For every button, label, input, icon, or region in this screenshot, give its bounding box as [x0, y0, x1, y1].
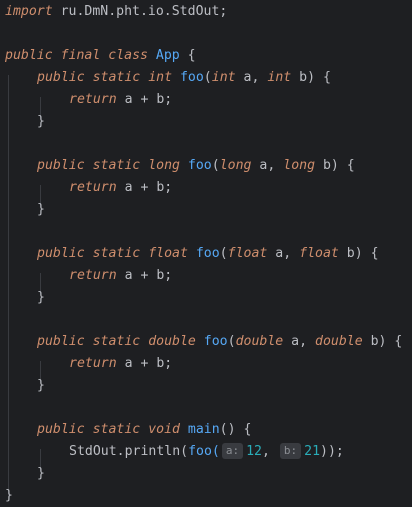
return-expr: a + b; — [124, 92, 173, 107]
keyword-static: static — [92, 158, 141, 173]
keyword-final: final — [60, 48, 101, 63]
keyword-public: public — [37, 422, 85, 437]
param-a: a — [291, 334, 300, 349]
code-line-return[interactable]: return a + b; — [69, 89, 172, 111]
keyword-public: public — [37, 70, 85, 85]
param-hint-a: a: — [221, 443, 244, 459]
param-a: a — [275, 246, 284, 261]
code-line-close-brace[interactable]: } — [37, 111, 45, 133]
type-double: double — [148, 334, 196, 349]
param-a: a — [259, 158, 268, 173]
param-hint-b: b: — [279, 443, 302, 459]
keyword-public: public — [37, 334, 85, 349]
code-line-foo-float[interactable]: public static float foo(float a, float b… — [37, 243, 379, 265]
return-expr: a + b; — [124, 180, 173, 195]
param-type: int — [267, 70, 292, 85]
arg-literal-21: 21 — [304, 444, 321, 459]
code-line-println[interactable]: StdOut.println(foo(a: 12, b: 21)); — [69, 441, 344, 463]
param-type: float — [227, 246, 268, 261]
main-method-name: main — [187, 422, 220, 437]
keyword-return: return — [69, 356, 117, 371]
method-name: foo — [195, 246, 220, 261]
code-line-import[interactable]: import ru.DmN.pht.io.StdOut; — [5, 1, 227, 23]
code-editor[interactable]: import ru.DmN.pht.io.StdOut; public fina… — [0, 0, 412, 504]
param-type: float — [299, 246, 339, 261]
class-name: App — [155, 48, 180, 63]
code-line-return[interactable]: return a + b; — [69, 177, 172, 199]
code-line-close-brace[interactable]: } — [37, 287, 45, 309]
code-line-close-brace[interactable]: } — [37, 375, 45, 397]
param-type: double — [315, 334, 363, 349]
code-line-main[interactable]: public static void main() { — [37, 419, 251, 441]
keyword-static: static — [92, 70, 141, 85]
method-name: foo — [203, 334, 228, 349]
keyword-class: class — [108, 48, 148, 63]
param-type: long — [219, 158, 252, 173]
code-line-return[interactable]: return a + b; — [69, 265, 172, 287]
param-type: long — [283, 158, 316, 173]
code-line-class-decl[interactable]: public final class App { — [5, 45, 196, 67]
return-expr: a + b; — [124, 268, 173, 283]
import-path: ru.DmN.pht.io.StdOut; — [60, 4, 228, 19]
method-name: foo — [187, 158, 212, 173]
code-line-return[interactable]: return a + b; — [69, 353, 172, 375]
param-b: b — [299, 70, 308, 85]
keyword-return: return — [69, 268, 117, 283]
param-a: a — [243, 70, 252, 85]
keyword-return: return — [69, 92, 117, 107]
keyword-import: import — [5, 4, 53, 19]
param-type: int — [211, 70, 236, 85]
code-line-foo-int[interactable]: public static int foo(int a, int b) { — [37, 67, 331, 89]
keyword-static: static — [92, 422, 141, 437]
type-int: int — [148, 70, 173, 85]
code-line-close-brace[interactable]: } — [37, 199, 45, 221]
code-line-foo-double[interactable]: public static double foo(double a, doubl… — [37, 331, 402, 353]
stdout-call: StdOut.println( — [69, 444, 189, 459]
method-name: foo — [179, 70, 204, 85]
arg-literal-12: 12 — [246, 444, 262, 459]
type-long: long — [148, 158, 180, 173]
param-b: b — [370, 334, 379, 349]
foo-call: foo( — [188, 444, 220, 459]
param-type: double — [235, 334, 284, 349]
keyword-static: static — [92, 246, 141, 261]
keyword-public: public — [37, 158, 85, 173]
param-b: b — [322, 158, 331, 173]
return-expr: a + b; — [124, 356, 173, 371]
keyword-public: public — [5, 48, 53, 63]
call-close: )); — [320, 444, 344, 459]
keyword-public: public — [37, 246, 85, 261]
type-float: float — [148, 246, 188, 261]
type-void: void — [148, 422, 180, 437]
code-line-foo-long[interactable]: public static long foo(long a, long b) { — [37, 155, 355, 177]
code-line-close-brace[interactable]: } — [37, 463, 45, 485]
indent-guide — [8, 75, 9, 495]
keyword-static: static — [92, 334, 141, 349]
keyword-return: return — [69, 180, 117, 195]
param-b: b — [346, 246, 355, 261]
